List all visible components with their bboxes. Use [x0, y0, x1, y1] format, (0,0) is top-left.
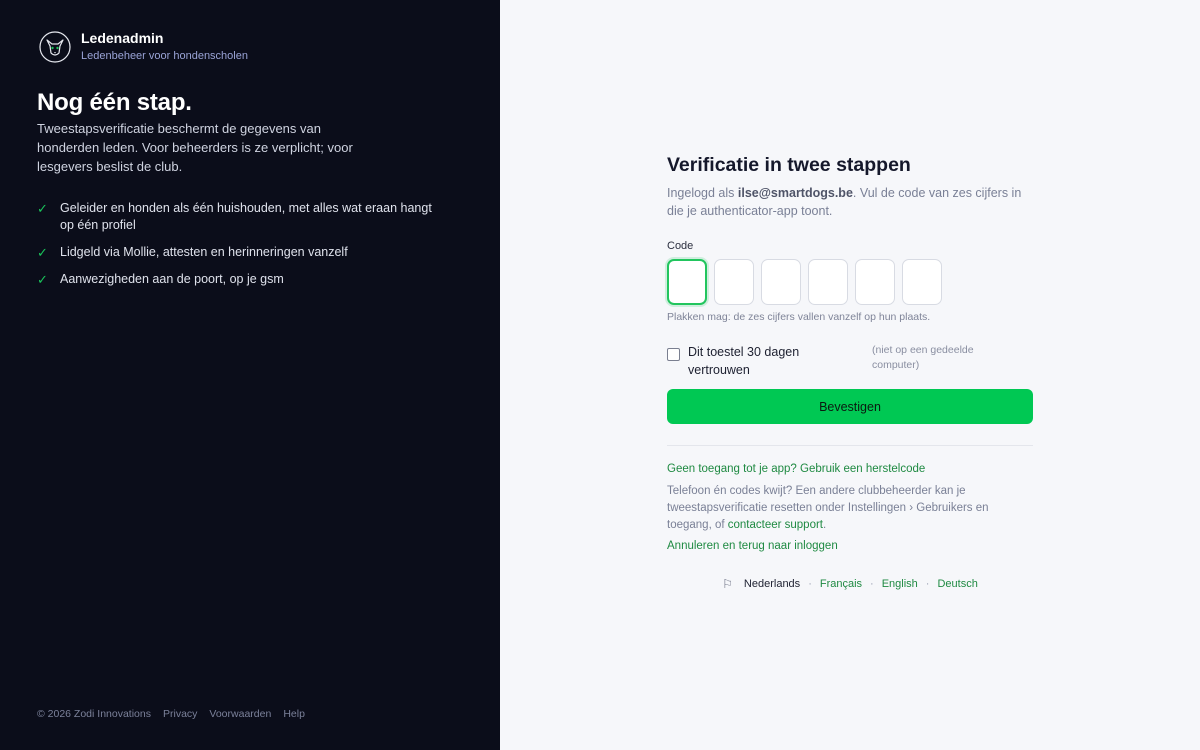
form-description: Ingelogd als ilse@smartdogs.be. Vul de c… [667, 184, 1033, 220]
code-digit-1[interactable] [667, 259, 707, 305]
code-digit-6[interactable] [902, 259, 942, 305]
feature-item: ✓ Geleider en honden als één huishouden,… [37, 200, 447, 234]
help-link[interactable]: Help [283, 708, 305, 720]
code-input-group [667, 259, 1033, 305]
trust-device-checkbox[interactable] [667, 348, 680, 361]
code-digit-5[interactable] [855, 259, 895, 305]
cancel-link[interactable]: Annuleren en terug naar inloggen [667, 540, 1033, 552]
feature-item: ✓ Lidgeld via Mollie, attesten en herinn… [37, 244, 447, 261]
left-panel: Ledenadmin Ledenbeheer voor hondenschole… [0, 0, 500, 750]
code-digit-4[interactable] [808, 259, 848, 305]
left-footer: © 2026 Zodi Innovations Privacy Voorwaar… [37, 708, 305, 720]
brand: Ledenadmin Ledenbeheer voor hondenschole… [39, 30, 463, 64]
lang-separator: · [808, 578, 812, 590]
contact-support-link[interactable]: contacteer support [728, 519, 823, 531]
paste-hint: Plakken mag: de zes cijfers vallen vanze… [667, 311, 931, 323]
lang-separator: · [925, 578, 930, 590]
code-digit-2[interactable] [714, 259, 754, 305]
lang-separator: · [870, 578, 874, 590]
trust-device-label[interactable]: Dit toestel 30 dagen vertrouwen [688, 343, 838, 379]
trust-device-row: Dit toestel 30 dagen vertrouwen (niet op… [667, 343, 1033, 379]
code-label: Code [667, 240, 694, 252]
divider [667, 445, 1033, 446]
desc-prefix: Ingelogd als [667, 186, 738, 200]
lost-end: . [823, 519, 827, 531]
lang-english[interactable]: English [882, 578, 918, 590]
feature-list: ✓ Geleider en honden als één huishouden,… [37, 200, 463, 288]
flag-icon: ⚐ [722, 577, 733, 591]
intro-text: Tweestapsverificatie beschermt de gegeve… [37, 121, 353, 174]
confirm-button[interactable]: Bevestigen [667, 389, 1033, 424]
privacy-link[interactable]: Privacy [163, 708, 197, 720]
lang-current: Nederlands [743, 578, 801, 590]
lost-access-text: Telefoon én codes kwijt? Een andere club… [667, 483, 1033, 534]
verification-form: Verificatie in twee stappen Ingelogd als… [667, 153, 1033, 591]
user-email: ilse@smartdogs.be [737, 186, 853, 200]
check-icon: ✓ [37, 201, 48, 216]
check-icon: ✓ [37, 245, 48, 260]
lang-german[interactable]: Deutsch [937, 578, 977, 590]
feature-item: ✓ Aanwezigheden aan de poort, op je gsm [37, 271, 447, 288]
recovery-code-link[interactable]: Geen toegang tot je app? Gebruik een her… [667, 463, 1033, 475]
feature-text: Lidgeld via Mollie, attesten en herinner… [60, 245, 348, 259]
feature-text: Aanwezigheden aan de poort, op je gsm [60, 272, 284, 286]
code-digit-3[interactable] [761, 259, 801, 305]
language-switcher: ⚐ Nederlands · Français · English · Deut… [667, 577, 1033, 591]
copyright: © 2026 Zodi Innovations [37, 708, 151, 720]
trust-device-note: (niet op een gedeelde computer) [872, 344, 974, 371]
headline: Nog één stap. [37, 89, 192, 116]
form-title: Verificatie in twee stappen [667, 154, 911, 176]
lang-french[interactable]: Français [820, 578, 862, 590]
brand-subtitle: Ledenbeheer voor hondenscholen [81, 50, 248, 62]
terms-link[interactable]: Voorwaarden [209, 708, 271, 720]
feature-text: Geleider en honden als één huishouden, m… [60, 201, 432, 232]
brand-name: Ledenadmin [81, 30, 164, 46]
check-icon: ✓ [37, 272, 48, 287]
dog-logo-icon [39, 31, 71, 63]
right-panel: Verificatie in twee stappen Ingelogd als… [500, 0, 1200, 750]
lost-text: Telefoon én codes kwijt? Een andere club… [667, 485, 989, 531]
